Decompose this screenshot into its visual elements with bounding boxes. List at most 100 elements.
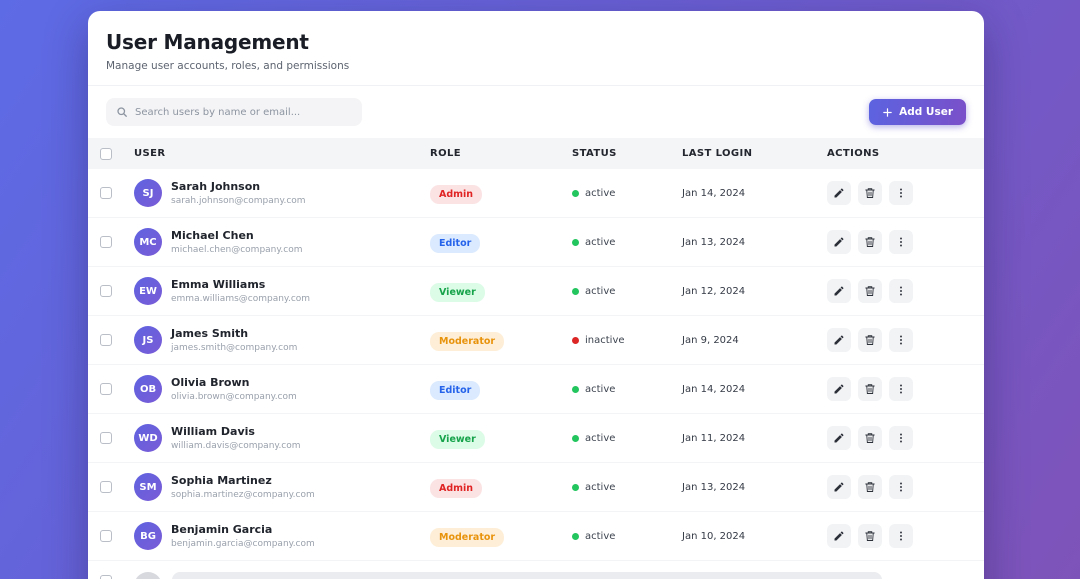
status-dot: [572, 337, 579, 344]
avatar: SJ: [134, 179, 162, 207]
status-dot: [572, 435, 579, 442]
last-login: Jan 14, 2024: [682, 384, 827, 395]
user-name: Olivia Brown: [171, 376, 297, 389]
user-name: Emma Williams: [171, 278, 310, 291]
column-header-actions: ACTIONS: [827, 148, 984, 159]
edit-button[interactable]: [827, 279, 851, 303]
delete-button[interactable]: [858, 230, 882, 254]
status-dot: [572, 533, 579, 540]
avatar: WD: [134, 424, 162, 452]
more-button[interactable]: [889, 279, 913, 303]
more-button[interactable]: [889, 475, 913, 499]
table-row: WD William Davis william.davis@company.c…: [88, 414, 984, 463]
trash-icon: [864, 187, 876, 199]
column-header-role: ROLE: [430, 148, 572, 159]
edit-button[interactable]: [827, 426, 851, 450]
row-checkbox[interactable]: [100, 575, 112, 579]
delete-button[interactable]: [858, 377, 882, 401]
delete-button[interactable]: [858, 181, 882, 205]
user-name: Benjamin Garcia: [171, 523, 315, 536]
user-name: Michael Chen: [171, 229, 303, 242]
more-button[interactable]: [889, 377, 913, 401]
avatar: SM: [134, 473, 162, 501]
table-row: SM Sophia Martinez sophia.martinez@compa…: [88, 463, 984, 512]
avatar-initials: SJ: [143, 188, 154, 199]
delete-button[interactable]: [858, 328, 882, 352]
pencil-icon: [833, 187, 845, 199]
user-name: James Smith: [171, 327, 297, 340]
status-label: active: [585, 237, 615, 248]
last-login: Jan 12, 2024: [682, 286, 827, 297]
delete-button[interactable]: [858, 524, 882, 548]
row-checkbox[interactable]: [100, 432, 112, 444]
delete-button[interactable]: [858, 279, 882, 303]
delete-button[interactable]: [858, 426, 882, 450]
trash-icon: [864, 383, 876, 395]
user-name: Sarah Johnson: [171, 180, 306, 193]
row-checkbox[interactable]: [100, 530, 112, 542]
more-button[interactable]: [889, 426, 913, 450]
user-email: sophia.martinez@company.com: [171, 490, 315, 500]
last-login: Jan 13, 2024: [682, 482, 827, 493]
skeleton-bar: [172, 572, 882, 579]
avatar-initials: SM: [139, 482, 156, 493]
user-email: michael.chen@company.com: [171, 245, 303, 255]
delete-button[interactable]: [858, 475, 882, 499]
avatar-initials: OB: [140, 384, 156, 395]
table-row: EW Emma Williams emma.williams@company.c…: [88, 267, 984, 316]
vertical-dots-icon: [895, 432, 907, 444]
table-body: SJ Sarah Johnson sarah.johnson@company.c…: [88, 169, 984, 561]
status-label: active: [585, 482, 615, 493]
pencil-icon: [833, 530, 845, 542]
plus-icon: [882, 107, 893, 118]
row-checkbox[interactable]: [100, 383, 112, 395]
row-checkbox[interactable]: [100, 236, 112, 248]
status-dot: [572, 190, 579, 197]
trash-icon: [864, 334, 876, 346]
table-row: OB Olivia Brown olivia.brown@company.com…: [88, 365, 984, 414]
role-badge: Viewer: [430, 283, 485, 302]
skeleton-row: [88, 561, 984, 579]
avatar: EW: [134, 277, 162, 305]
user-email: william.davis@company.com: [171, 441, 301, 451]
user-email: emma.williams@company.com: [171, 294, 310, 304]
edit-button[interactable]: [827, 181, 851, 205]
page-title: User Management: [106, 30, 966, 54]
edit-button[interactable]: [827, 475, 851, 499]
user-email: olivia.brown@company.com: [171, 392, 297, 402]
status-label: active: [585, 384, 615, 395]
edit-button[interactable]: [827, 230, 851, 254]
more-button[interactable]: [889, 230, 913, 254]
status-label: inactive: [585, 335, 625, 346]
status-dot: [572, 239, 579, 246]
vertical-dots-icon: [895, 236, 907, 248]
more-button[interactable]: [889, 524, 913, 548]
vertical-dots-icon: [895, 383, 907, 395]
row-checkbox[interactable]: [100, 285, 112, 297]
last-login: Jan 14, 2024: [682, 188, 827, 199]
role-badge: Editor: [430, 234, 480, 253]
status-dot: [572, 484, 579, 491]
page-subtitle: Manage user accounts, roles, and permiss…: [106, 60, 966, 72]
avatar-initials: MC: [139, 237, 156, 248]
status-label: active: [585, 188, 615, 199]
search-box[interactable]: [106, 98, 362, 126]
select-all-checkbox[interactable]: [100, 148, 112, 160]
search-input[interactable]: [135, 107, 352, 118]
card-header: User Management Manage user accounts, ro…: [88, 11, 984, 85]
row-checkbox[interactable]: [100, 187, 112, 199]
last-login: Jan 9, 2024: [682, 335, 827, 346]
add-user-button[interactable]: Add User: [869, 99, 966, 125]
row-checkbox[interactable]: [100, 481, 112, 493]
edit-button[interactable]: [827, 377, 851, 401]
pencil-icon: [833, 383, 845, 395]
role-badge: Admin: [430, 185, 482, 204]
vertical-dots-icon: [895, 530, 907, 542]
row-checkbox[interactable]: [100, 334, 112, 346]
edit-button[interactable]: [827, 328, 851, 352]
column-header-user: USER: [134, 148, 430, 159]
edit-button[interactable]: [827, 524, 851, 548]
more-button[interactable]: [889, 181, 913, 205]
trash-icon: [864, 481, 876, 493]
more-button[interactable]: [889, 328, 913, 352]
